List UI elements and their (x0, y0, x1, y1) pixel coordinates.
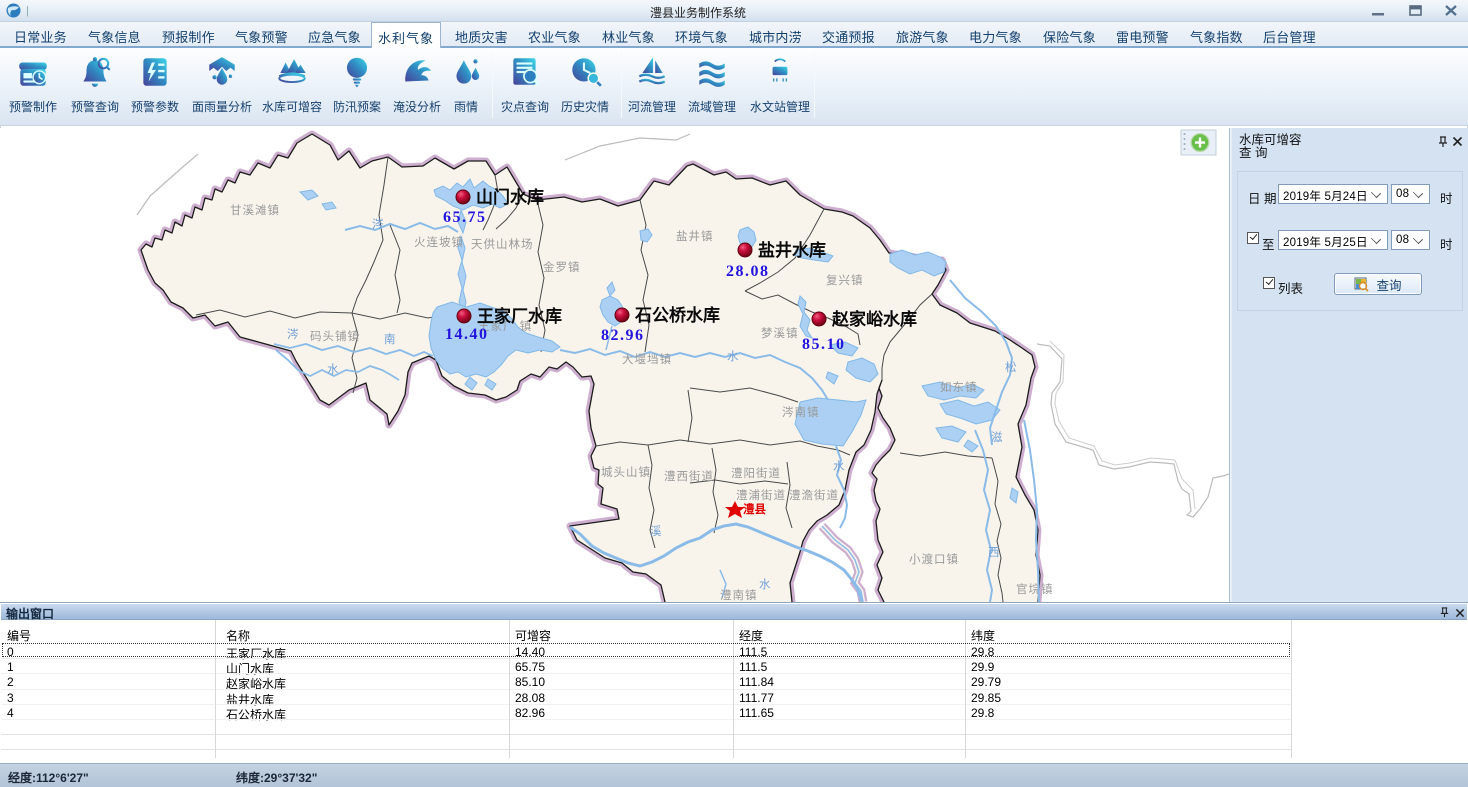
svg-text:澧县: 澧县 (743, 502, 766, 516)
svg-text:南: 南 (384, 332, 396, 346)
svg-text:28.08: 28.08 (726, 263, 770, 280)
svg-text:西: 西 (988, 547, 1000, 559)
svg-text:石公桥水库: 石公桥水库 (634, 305, 720, 325)
svg-text:水: 水 (327, 363, 339, 376)
svg-text:天供山林场: 天供山林场 (471, 237, 534, 251)
svg-text:水: 水 (759, 578, 771, 591)
svg-text:澧阳街道: 澧阳街道 (731, 466, 781, 480)
svg-text:山门水库: 山门水库 (476, 187, 544, 207)
svg-text:盐井水库: 盐井水库 (758, 240, 826, 260)
svg-text:梦溪镇: 梦溪镇 (761, 326, 799, 340)
svg-text:赵家峪水库: 赵家峪水库 (831, 309, 917, 329)
svg-text:王家厂水库: 王家厂水库 (477, 306, 562, 326)
svg-text:85.10: 85.10 (802, 336, 846, 353)
svg-text:澧西街道: 澧西街道 (664, 469, 714, 483)
svg-text:城头山镇: 城头山镇 (601, 465, 651, 479)
svg-text:14.40: 14.40 (445, 326, 489, 343)
svg-text:小渡口镇: 小渡口镇 (909, 552, 959, 566)
svg-text:涔南镇: 涔南镇 (782, 405, 820, 419)
svg-text:涔: 涔 (287, 327, 299, 341)
svg-text:涔: 涔 (372, 217, 384, 231)
svg-text:澧南镇: 澧南镇 (720, 588, 758, 602)
svg-text:滋: 滋 (991, 431, 1003, 444)
svg-text:澧澹街道: 澧澹街道 (789, 488, 839, 502)
svg-text:复兴镇: 复兴镇 (826, 273, 864, 287)
svg-text:松: 松 (1005, 360, 1017, 374)
svg-text:82.96: 82.96 (601, 327, 645, 344)
svg-text:官垸镇: 官垸镇 (1016, 582, 1054, 596)
svg-text:盐井镇: 盐井镇 (676, 229, 714, 243)
svg-text:如东镇: 如东镇 (940, 380, 978, 394)
svg-text:码头铺镇: 码头铺镇 (310, 329, 360, 343)
svg-text:澧浦街道: 澧浦街道 (736, 488, 786, 502)
svg-text:火连坡镇: 火连坡镇 (414, 235, 464, 249)
svg-text:65.75: 65.75 (443, 209, 487, 226)
svg-text:溪: 溪 (650, 525, 662, 538)
svg-text:甘溪滩镇: 甘溪滩镇 (230, 203, 280, 217)
svg-text:金罗镇: 金罗镇 (543, 260, 581, 274)
svg-text:水: 水 (833, 460, 845, 473)
svg-text:水: 水 (727, 350, 739, 363)
svg-text:大堰垱镇: 大堰垱镇 (622, 352, 672, 366)
